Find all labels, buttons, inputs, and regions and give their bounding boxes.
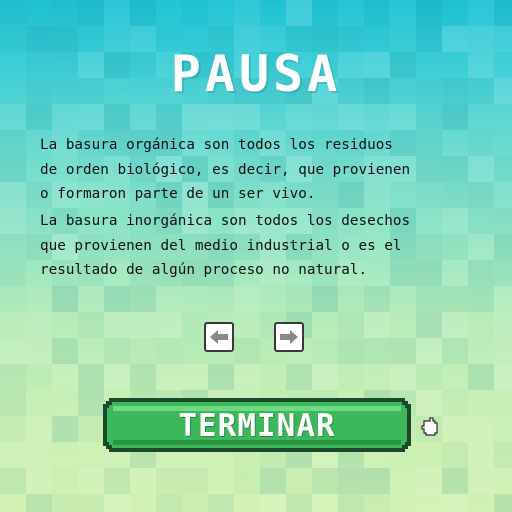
info-paragraph-inorganic: La basura inorgánica son todos los desec… [40,213,411,278]
hand-pointer-icon [421,417,438,436]
finish-button[interactable]: TERMINAR [103,398,411,452]
next-button[interactable] [274,322,304,352]
pause-screen: PAUSA La basura orgánica son todos los r… [0,0,512,512]
finish-button-label: TERMINAR [178,408,336,444]
previous-button[interactable] [204,322,234,352]
pause-title: PAUSA [170,45,342,103]
arrow-left-icon [210,330,228,344]
info-paragraph-organic: La basura orgánica son todos los residuo… [40,137,411,202]
arrow-right-icon [280,330,298,344]
